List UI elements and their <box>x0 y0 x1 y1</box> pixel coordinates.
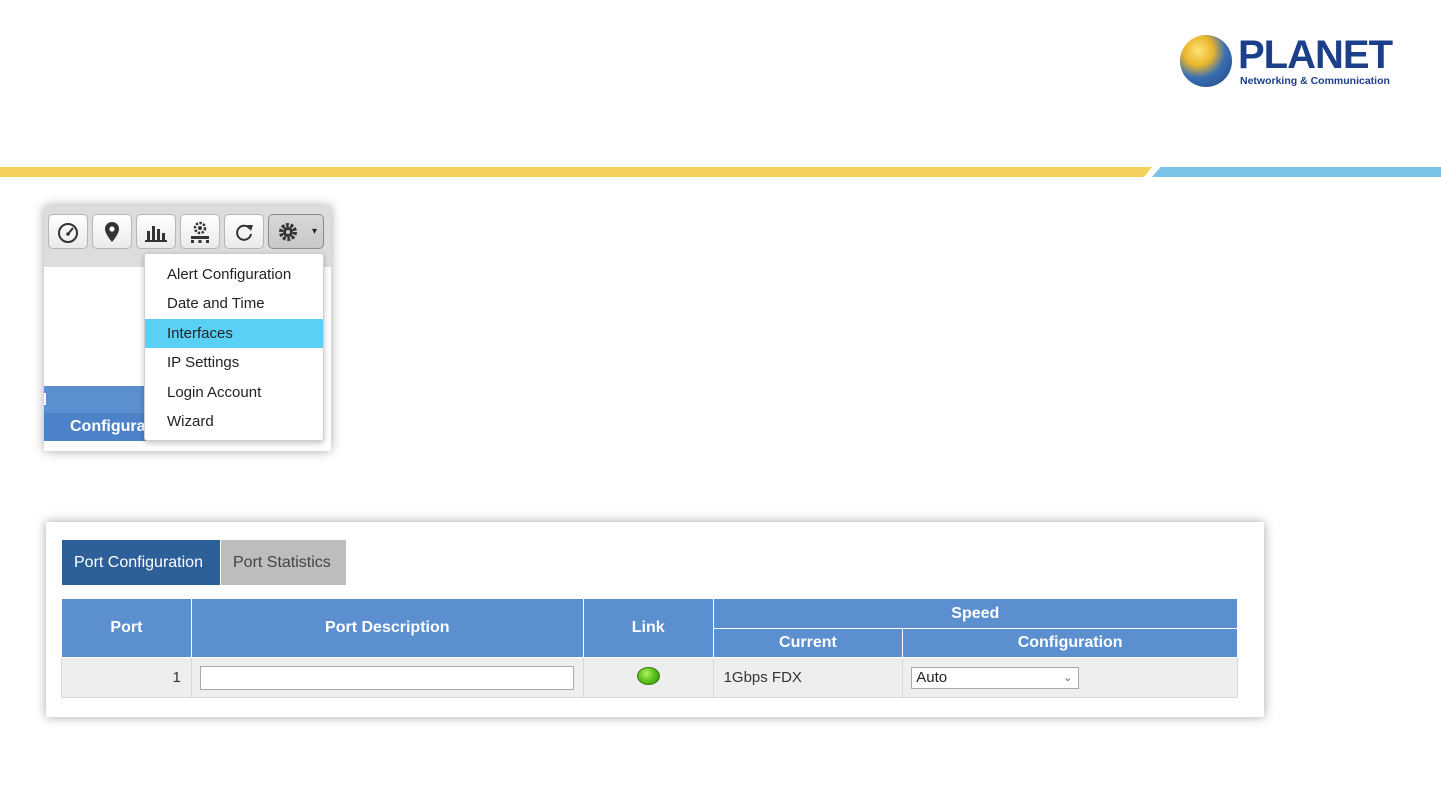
settings-dropdown-menu: Alert Configuration Date and Time Interf… <box>144 253 324 441</box>
refresh-icon[interactable] <box>224 214 264 249</box>
brand-tagline: Networking & Communication <box>1240 75 1390 87</box>
column-header-port-description: Port Description <box>190 598 584 658</box>
bar-chart-icon[interactable] <box>136 214 176 249</box>
menu-item-wizard[interactable]: Wizard <box>145 407 323 436</box>
current-speed: 1Gbps FDX <box>712 657 904 698</box>
column-header-configuration: Configuration <box>902 628 1238 658</box>
column-header-link: Link <box>582 598 714 658</box>
menu-item-alert-configuration[interactable]: Alert Configuration <box>145 260 323 289</box>
chevron-down-icon: ⌄ <box>1063 672 1073 684</box>
speed-configuration-cell: Auto ⌄ <box>902 657 1238 698</box>
network-gear-icon[interactable] <box>180 214 220 249</box>
blue-stripe <box>1152 167 1441 177</box>
tab-port-configuration[interactable]: Port Configuration <box>62 540 220 585</box>
column-header-speed: Speed <box>712 598 1239 629</box>
port-description-cell <box>190 657 584 698</box>
yellow-stripe <box>0 167 1152 177</box>
settings-menu-screenshot: ▾ Configura Alert Configuration Date and… <box>44 206 331 451</box>
planet-logo: PLANET Networking & Communication <box>1180 33 1395 91</box>
globe-logo-icon <box>1180 35 1232 87</box>
table-row: 1 1Gbps FDX Auto ⌄ <box>61 657 1238 698</box>
settings-gear-icon[interactable] <box>268 214 307 249</box>
brand-name: PLANET <box>1238 33 1393 77</box>
speed-configuration-value: Auto <box>916 669 948 686</box>
menu-item-login-account[interactable]: Login Account <box>145 378 323 407</box>
menu-item-date-and-time[interactable]: Date and Time <box>145 289 323 318</box>
port-number: 1 <box>61 657 192 698</box>
menu-item-interfaces[interactable]: Interfaces <box>145 318 323 349</box>
dashboard-icon[interactable] <box>48 214 88 249</box>
chevron-down-icon[interactable]: ▾ <box>306 214 324 249</box>
column-header-current: Current <box>712 628 904 658</box>
menu-item-ip-settings[interactable]: IP Settings <box>145 348 323 377</box>
location-pin-icon[interactable] <box>92 214 132 249</box>
column-header-port: Port <box>61 598 192 658</box>
port-configuration-panel: Port Configuration Port Statistics Port … <box>46 522 1264 717</box>
port-table: Port Port Description Link Speed Current… <box>61 598 1239 698</box>
port-description-input[interactable] <box>199 665 574 690</box>
tab-port-statistics[interactable]: Port Statistics <box>221 540 346 585</box>
speed-configuration-select[interactable]: Auto ⌄ <box>911 666 1080 689</box>
link-cell <box>582 657 714 698</box>
link-status-led-icon <box>636 666 660 685</box>
